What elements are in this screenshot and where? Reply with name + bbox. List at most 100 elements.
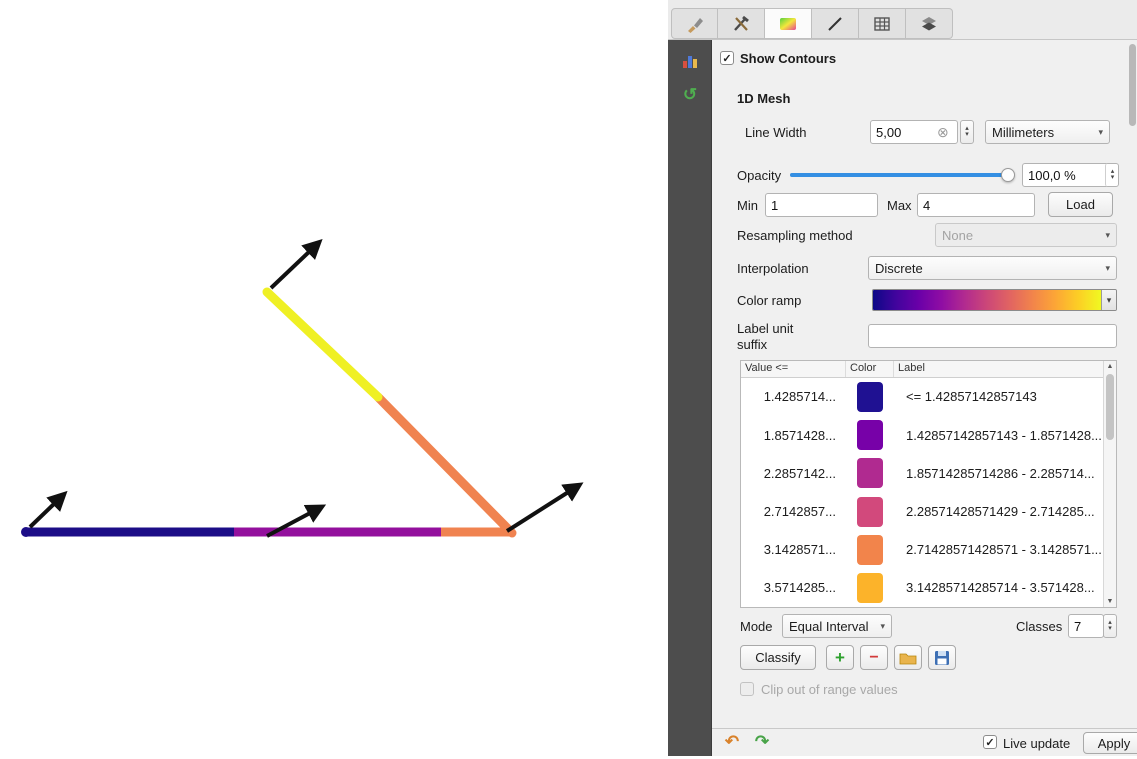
apply-button[interactable]: Apply [1083,732,1137,754]
mesh-vertex [21,527,31,537]
classes-stepper[interactable]: ▴ ▾ [1103,614,1117,638]
undo-button[interactable]: ↶ [720,731,744,753]
tab-contours[interactable] [765,8,812,39]
classes-table[interactable]: Value <= Color Label 1.4285714... <= 1.4… [740,360,1117,608]
show-contours-label: Show Contours [740,51,836,66]
tab-mesh-frame[interactable] [859,8,906,39]
chevron-down-icon: ▾ [1105,230,1110,241]
table-scrollbar[interactable]: ▲ ▼ [1103,361,1116,607]
map-canvas[interactable] [0,0,668,756]
color-ramp-arrow-button[interactable]: ▾ [1101,290,1116,310]
class-label[interactable]: 1.85714285714286 - 2.285714... [894,466,1103,481]
interpolation-dropdown[interactable]: Discrete ▾ [868,256,1117,280]
color-ramp-preview [873,290,1101,310]
spin-down-icon: ▾ [1108,626,1112,632]
color-swatch[interactable] [857,382,883,412]
class-label[interactable]: 3.14285714285714 - 3.571428... [894,580,1103,595]
class-label[interactable]: 1.42857142857143 - 1.8571428... [894,428,1103,443]
mode-dropdown[interactable]: Equal Interval ▾ [782,614,892,638]
table-row[interactable]: 2.2857142... 1.85714285714286 - 2.285714… [741,454,1103,492]
save-icon [933,649,951,667]
opacity-stepper[interactable]: ▴ ▾ [1105,163,1119,187]
table-row[interactable]: 1.4285714... <= 1.42857142857143 [741,378,1103,416]
class-label[interactable]: 2.71428571428571 - 3.1428571... [894,542,1103,557]
folder-icon [899,650,917,666]
save-classes-button[interactable] [928,645,956,670]
min-label: Min [737,198,758,213]
scroll-down-icon[interactable]: ▼ [1104,598,1116,605]
live-update-checkbox[interactable]: ✓ [983,735,997,749]
styling-tabbar [668,0,1137,40]
reload-style-button[interactable]: ↺ [676,82,704,108]
tab-symbology-brush[interactable] [671,8,718,39]
redo-button[interactable]: ↷ [750,731,774,753]
tab-vectors[interactable] [812,8,859,39]
class-label[interactable]: 2.28571428571429 - 2.714285... [894,504,1103,519]
vector-arrow [30,502,56,527]
grid-icon [872,14,892,34]
table-row[interactable]: 3.5714285... 3.14285714285714 - 3.571428… [741,569,1103,607]
table-row[interactable]: 3.1428571... 2.71428571428571 - 3.142857… [741,531,1103,569]
class-color-cell[interactable] [846,497,894,527]
symbology-colors-button[interactable] [676,48,704,74]
load-classes-button[interactable] [894,645,922,670]
table-row[interactable]: 2.7142857... 2.28571428571429 - 2.714285… [741,492,1103,530]
class-color-cell[interactable] [846,535,894,565]
spin-down-icon: ▾ [965,132,969,138]
classes-input[interactable] [1068,614,1104,638]
line-width-stepper[interactable]: ▴ ▾ [960,120,974,144]
class-value[interactable]: 1.4285714... [741,389,846,404]
header-label[interactable]: Label [894,361,1103,377]
class-color-cell[interactable] [846,458,894,488]
min-input[interactable] [765,193,878,217]
line-width-unit-dropdown[interactable]: Millimeters ▾ [985,120,1110,144]
header-color[interactable]: Color [846,361,894,377]
color-swatch[interactable] [857,420,883,450]
side-toolbar: ↺ [668,40,712,756]
color-swatch[interactable] [857,497,883,527]
class-label[interactable]: <= 1.42857142857143 [894,389,1103,404]
class-color-cell[interactable] [846,382,894,412]
class-value[interactable]: 1.8571428... [741,428,846,443]
opacity-slider-handle[interactable] [1001,168,1015,182]
resampling-dropdown: None ▾ [935,223,1117,247]
class-value[interactable]: 2.7142857... [741,504,846,519]
color-swatch[interactable] [857,458,883,488]
class-value[interactable]: 3.1428571... [741,542,846,557]
load-button[interactable]: Load [1048,192,1113,217]
gradient-icon [778,14,798,34]
chevron-down-icon: ▾ [880,621,885,632]
clear-icon[interactable]: ⊗ [937,124,949,141]
color-ramp-dropdown[interactable]: ▾ [872,289,1117,311]
classes-table-header: Value <= Color Label [741,361,1103,378]
header-value[interactable]: Value <= [741,361,846,377]
tab-mesh-tools[interactable] [718,8,765,39]
table-row[interactable]: 1.8571428... 1.42857142857143 - 1.857142… [741,416,1103,454]
remove-class-button[interactable]: − [860,645,888,670]
interpolation-label: Interpolation [737,261,809,276]
segment-yellow-diagonal [267,292,378,397]
class-color-cell[interactable] [846,420,894,450]
scroll-up-icon[interactable]: ▲ [1104,363,1116,370]
chevron-down-icon: ▾ [1107,295,1112,306]
class-color-cell[interactable] [846,573,894,603]
scrollbar-thumb[interactable] [1106,374,1114,440]
mesh-section-title: 1D Mesh [737,91,790,106]
label-unit-suffix-input[interactable] [868,324,1117,348]
plus-icon: + [835,648,845,668]
classify-button[interactable]: Classify [740,645,816,670]
show-contours-checkbox[interactable]: ✓ [720,51,734,65]
class-value[interactable]: 3.5714285... [741,580,846,595]
panel-scrollbar[interactable] [1129,44,1136,126]
color-swatch[interactable] [857,573,883,603]
tab-averaging[interactable] [906,8,953,39]
max-label: Max [887,198,912,213]
chevron-down-icon: ▾ [1098,127,1103,138]
add-class-button[interactable]: + [826,645,854,670]
color-swatch[interactable] [857,535,883,565]
styling-panel: ✓ Show Contours 1D Mesh Line Width ⊗ ▴ ▾… [712,40,1137,728]
max-input[interactable] [917,193,1035,217]
class-value[interactable]: 2.2857142... [741,466,846,481]
check-icon: ✓ [985,736,994,749]
brush-icon [685,14,705,34]
